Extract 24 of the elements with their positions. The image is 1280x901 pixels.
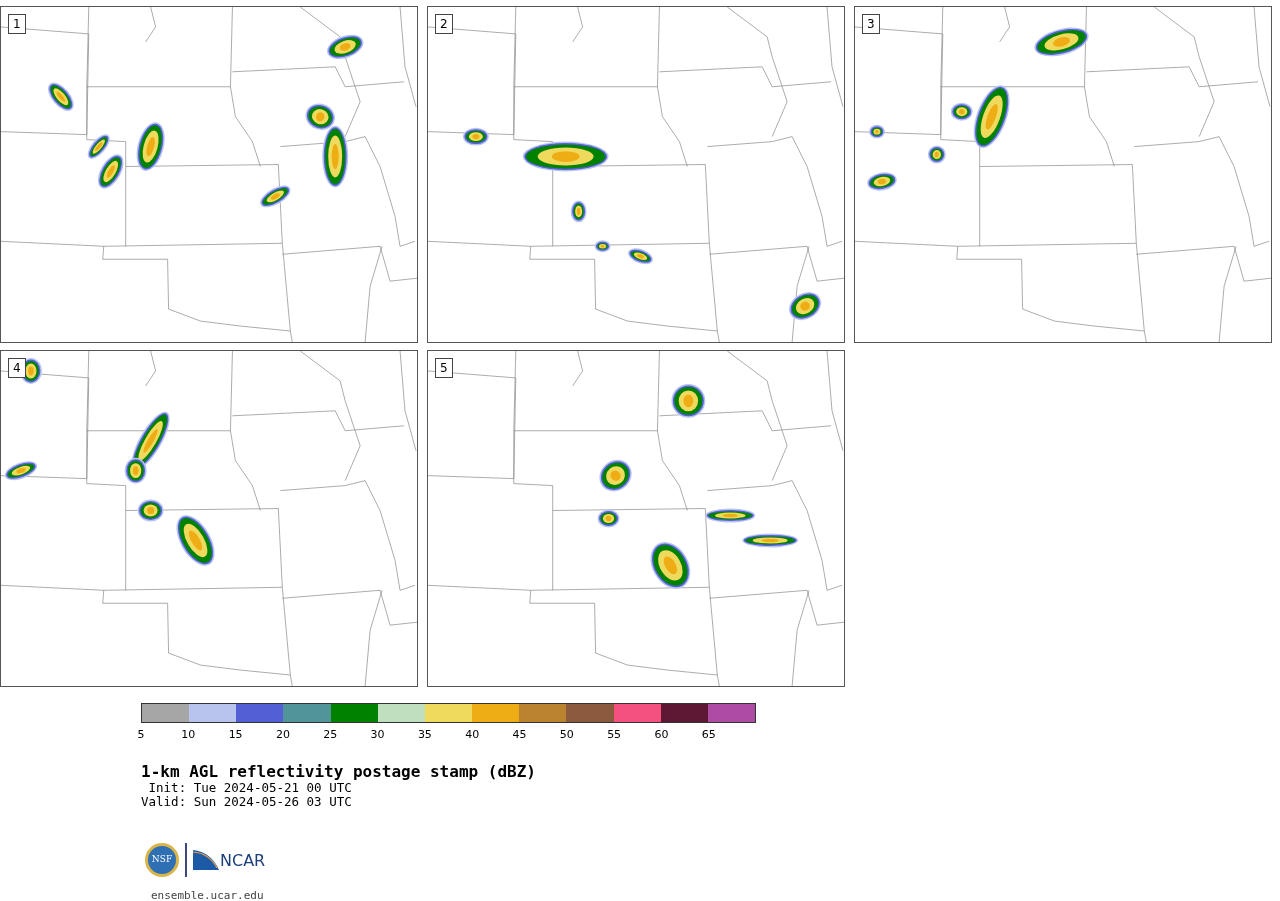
colorbar-tick-label: 20 (275, 728, 290, 741)
colorbar-tick-label: 25 (323, 728, 338, 741)
website-url-text: ensemble.ucar.edu (151, 889, 264, 901)
valid-time-text: Valid: Sun 2024-05-26 03 UTC (141, 795, 353, 809)
colorbar-tick-label: 50 (559, 728, 574, 741)
colorbar-tick-label: 60 (654, 728, 669, 741)
chart-title: 1-km AGL reflectivity postage stamp (dBZ) (141, 763, 537, 781)
panel-number-label: 1 (8, 14, 26, 34)
colorbar-tick-label: 55 (607, 728, 622, 741)
init-time-text: Init: Tue 2024-05-21 00 UTC (147, 781, 353, 795)
colorbar-tick-label: 10 (181, 728, 196, 741)
panel-number-label: 4 (8, 358, 26, 378)
ncar-logo: NCAR (193, 850, 266, 870)
colorbar-tick-label: 40 (465, 728, 480, 741)
panel-number-label: 2 (435, 14, 453, 34)
colorbar-tick-label: 15 (228, 728, 243, 741)
colorbar-tick-label: 5 (137, 728, 145, 741)
panel-number-label: 5 (435, 358, 453, 378)
colorbar-tick-label: 30 (370, 728, 385, 741)
colorbar-tick-label: 45 (512, 728, 527, 741)
colorbar-tick-label: 65 (701, 728, 716, 741)
nsf-logo: NSF (145, 843, 179, 877)
colorbar-tick-label: 35 (417, 728, 432, 741)
panel-number-label: 3 (862, 14, 880, 34)
